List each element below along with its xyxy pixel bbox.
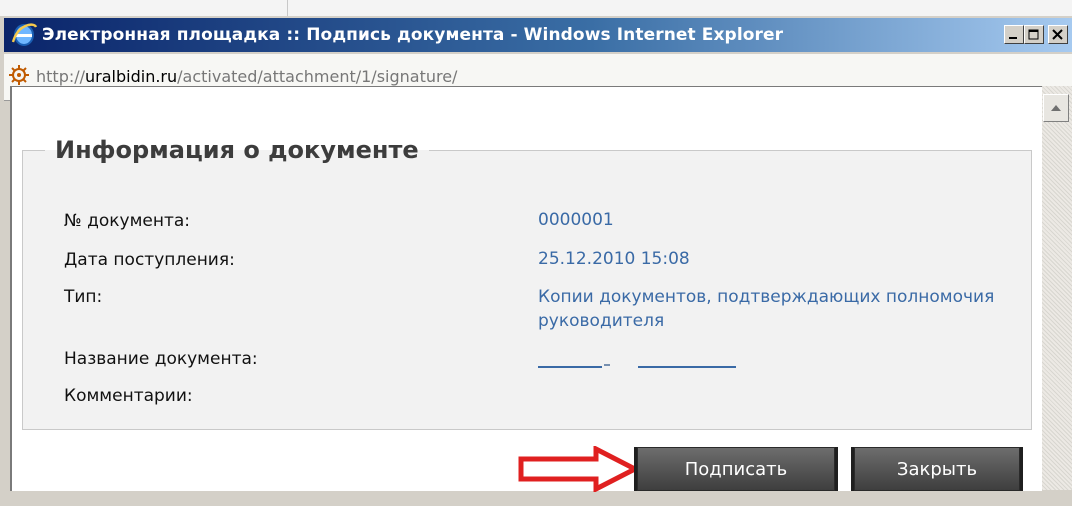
- type-value: Копии документов, подтверждающих полномо…: [538, 287, 995, 331]
- close-button[interactable]: Закрыть: [854, 447, 1020, 491]
- comments-label: Комментарии:: [64, 386, 193, 406]
- ie-logo-icon: [10, 22, 38, 48]
- type-label: Тип:: [64, 287, 103, 307]
- window-title: Электронная площадка :: Подпись документ…: [42, 25, 784, 45]
- link-underline: [538, 366, 602, 368]
- minimize-icon: [1009, 37, 1017, 39]
- maximize-icon: [1028, 29, 1039, 40]
- doc-number-label: № документа:: [64, 211, 191, 231]
- section-legend: Информация о документе: [55, 136, 419, 164]
- url-prefix: http://: [36, 67, 86, 86]
- doc-name-label: Название документа:: [64, 349, 258, 369]
- doc-name-link-redacted[interactable]: [538, 350, 738, 370]
- vertical-scrollbar[interactable]: [1042, 86, 1072, 490]
- scroll-up-arrow-icon: [1051, 105, 1061, 111]
- background-strip: [0, 0, 1072, 16]
- url-text[interactable]: http://uralbidin.ru/activated/attachment…: [36, 67, 457, 86]
- url-domain: uralbidin.ru: [85, 67, 178, 86]
- scroll-up-button[interactable]: [1043, 94, 1069, 122]
- title-bar: Электронная площадка :: Подпись документ…: [4, 18, 1072, 52]
- link-underline: [638, 366, 736, 368]
- strip-divider: [287, 0, 288, 16]
- maximize-button[interactable]: [1024, 25, 1044, 44]
- receipt-date-value: 25.12.2010 15:08: [538, 249, 690, 269]
- close-window-button[interactable]: [1048, 25, 1068, 44]
- minimize-button[interactable]: [1004, 25, 1024, 44]
- receipt-date-label: Дата поступления:: [64, 250, 235, 270]
- red-arrow-annotation-icon: [518, 446, 638, 492]
- link-fragment: [604, 356, 610, 366]
- doc-number-value: 0000001: [538, 210, 614, 230]
- sign-button[interactable]: Подписать: [637, 447, 835, 491]
- url-path: /activated/attachment/1/signature/: [177, 67, 458, 86]
- close-icon: [1052, 29, 1063, 40]
